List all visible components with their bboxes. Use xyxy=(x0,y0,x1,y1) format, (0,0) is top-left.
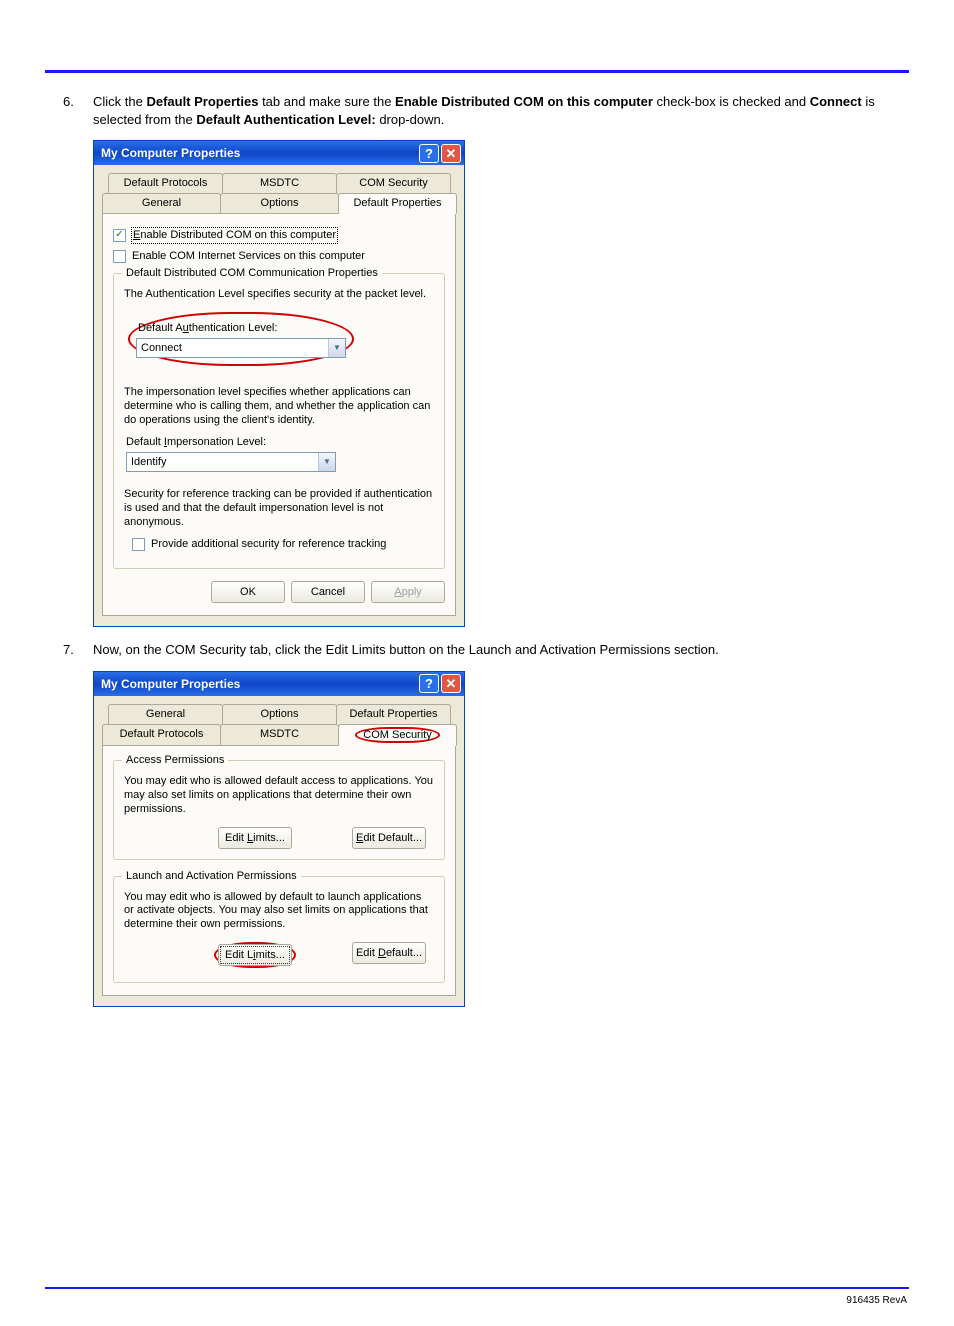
step6-text: Click the Default Properties tab and mak… xyxy=(93,93,909,128)
top-rule xyxy=(45,70,909,73)
tab-options[interactable]: Options xyxy=(220,193,339,213)
dialog-my-computer-properties-2: My Computer Properties ? ✕ General Optio… xyxy=(93,671,465,1007)
tab-com-security[interactable]: COM Security xyxy=(336,173,451,193)
tab-default-protocols[interactable]: Default Protocols xyxy=(108,173,223,193)
dialog-title: My Computer Properties xyxy=(101,676,417,692)
dialog-title: My Computer Properties xyxy=(101,145,417,161)
edit-default-button[interactable]: Edit Default... xyxy=(352,942,426,964)
edit-default-button[interactable]: Edit Default... xyxy=(352,827,426,849)
chevron-down-icon: ▼ xyxy=(318,453,335,471)
check-enable-com-internet-label: Enable COM Internet Services on this com… xyxy=(132,249,365,264)
impersonation-description: The impersonation level specifies whethe… xyxy=(124,386,434,427)
group-title: Default Distributed COM Communication Pr… xyxy=(122,266,382,281)
close-button[interactable]: ✕ xyxy=(441,144,461,163)
impersonation-level-value: Identify xyxy=(127,453,318,471)
group-dcom-communication-properties: Default Distributed COM Communication Pr… xyxy=(113,273,445,569)
group-access-permissions: Access Permissions You may edit who is a… xyxy=(113,760,445,859)
tab-msdtc[interactable]: MSDTC xyxy=(222,173,337,193)
group-launch-activation-permissions: Launch and Activation Permissions You ma… xyxy=(113,876,445,983)
chevron-down-icon: ▼ xyxy=(328,339,345,357)
step7-text: Now, on the COM Security tab, click the … xyxy=(93,641,909,659)
edit-limits-button[interactable]: Edit Limits... xyxy=(218,944,292,966)
titlebar[interactable]: My Computer Properties ? ✕ xyxy=(94,141,464,165)
access-permissions-desc: You may edit who is allowed default acce… xyxy=(124,775,434,816)
group-title: Launch and Activation Permissions xyxy=(122,869,301,884)
step-number-7: 7. xyxy=(63,641,74,659)
group-title: Access Permissions xyxy=(122,753,228,768)
checkbox-icon: ✓ xyxy=(113,229,126,242)
auth-level-select[interactable]: Connect ▼ xyxy=(136,338,346,358)
close-button[interactable]: ✕ xyxy=(441,674,461,693)
check-enable-dcom[interactable]: ✓ Enable Distributed COM on this compute… xyxy=(113,228,445,243)
help-button[interactable]: ? xyxy=(419,144,439,163)
tab-default-properties[interactable]: Default Properties xyxy=(336,704,451,724)
cancel-button[interactable]: Cancel xyxy=(291,581,365,603)
impersonation-level-select[interactable]: Identify ▼ xyxy=(126,452,336,472)
checkbox-icon xyxy=(113,250,126,263)
help-button[interactable]: ? xyxy=(419,674,439,693)
impersonation-level-label: Default Impersonation Level: xyxy=(126,435,434,450)
edit-limits-button[interactable]: Edit Limits... xyxy=(218,827,292,849)
check-ref-tracking[interactable]: Provide additional security for referenc… xyxy=(132,537,434,552)
check-enable-dcom-label: Enable Distributed COM on this computer xyxy=(132,228,337,243)
tab-general[interactable]: General xyxy=(102,193,221,213)
tab-default-properties[interactable]: Default Properties xyxy=(338,193,457,214)
ok-button[interactable]: OK xyxy=(211,581,285,603)
apply-button[interactable]: Apply xyxy=(371,581,445,603)
auth-level-value: Connect xyxy=(137,339,328,357)
bottom-rule xyxy=(45,1287,909,1289)
dialog-my-computer-properties-1: My Computer Properties ? ✕ Default Proto… xyxy=(93,140,465,627)
titlebar[interactable]: My Computer Properties ? ✕ xyxy=(94,672,464,696)
tab-general[interactable]: General xyxy=(108,704,223,724)
tab-default-protocols[interactable]: Default Protocols xyxy=(102,724,221,746)
auth-description: The Authentication Level specifies secur… xyxy=(124,288,434,302)
tab-msdtc[interactable]: MSDTC xyxy=(220,724,339,746)
page-footer: 916435 RevA xyxy=(45,1295,909,1306)
check-enable-com-internet[interactable]: Enable COM Internet Services on this com… xyxy=(113,249,445,264)
ref-tracking-description: Security for reference tracking can be p… xyxy=(124,488,434,529)
tab-com-security[interactable]: COM Security xyxy=(338,724,457,747)
checkbox-icon xyxy=(132,538,145,551)
launch-activation-desc: You may edit who is allowed by default t… xyxy=(124,891,434,932)
auth-level-label: Default Authentication Level: xyxy=(138,321,346,336)
tab-options[interactable]: Options xyxy=(222,704,337,724)
check-ref-tracking-label: Provide additional security for referenc… xyxy=(151,537,386,552)
step-number-6: 6. xyxy=(63,93,74,111)
